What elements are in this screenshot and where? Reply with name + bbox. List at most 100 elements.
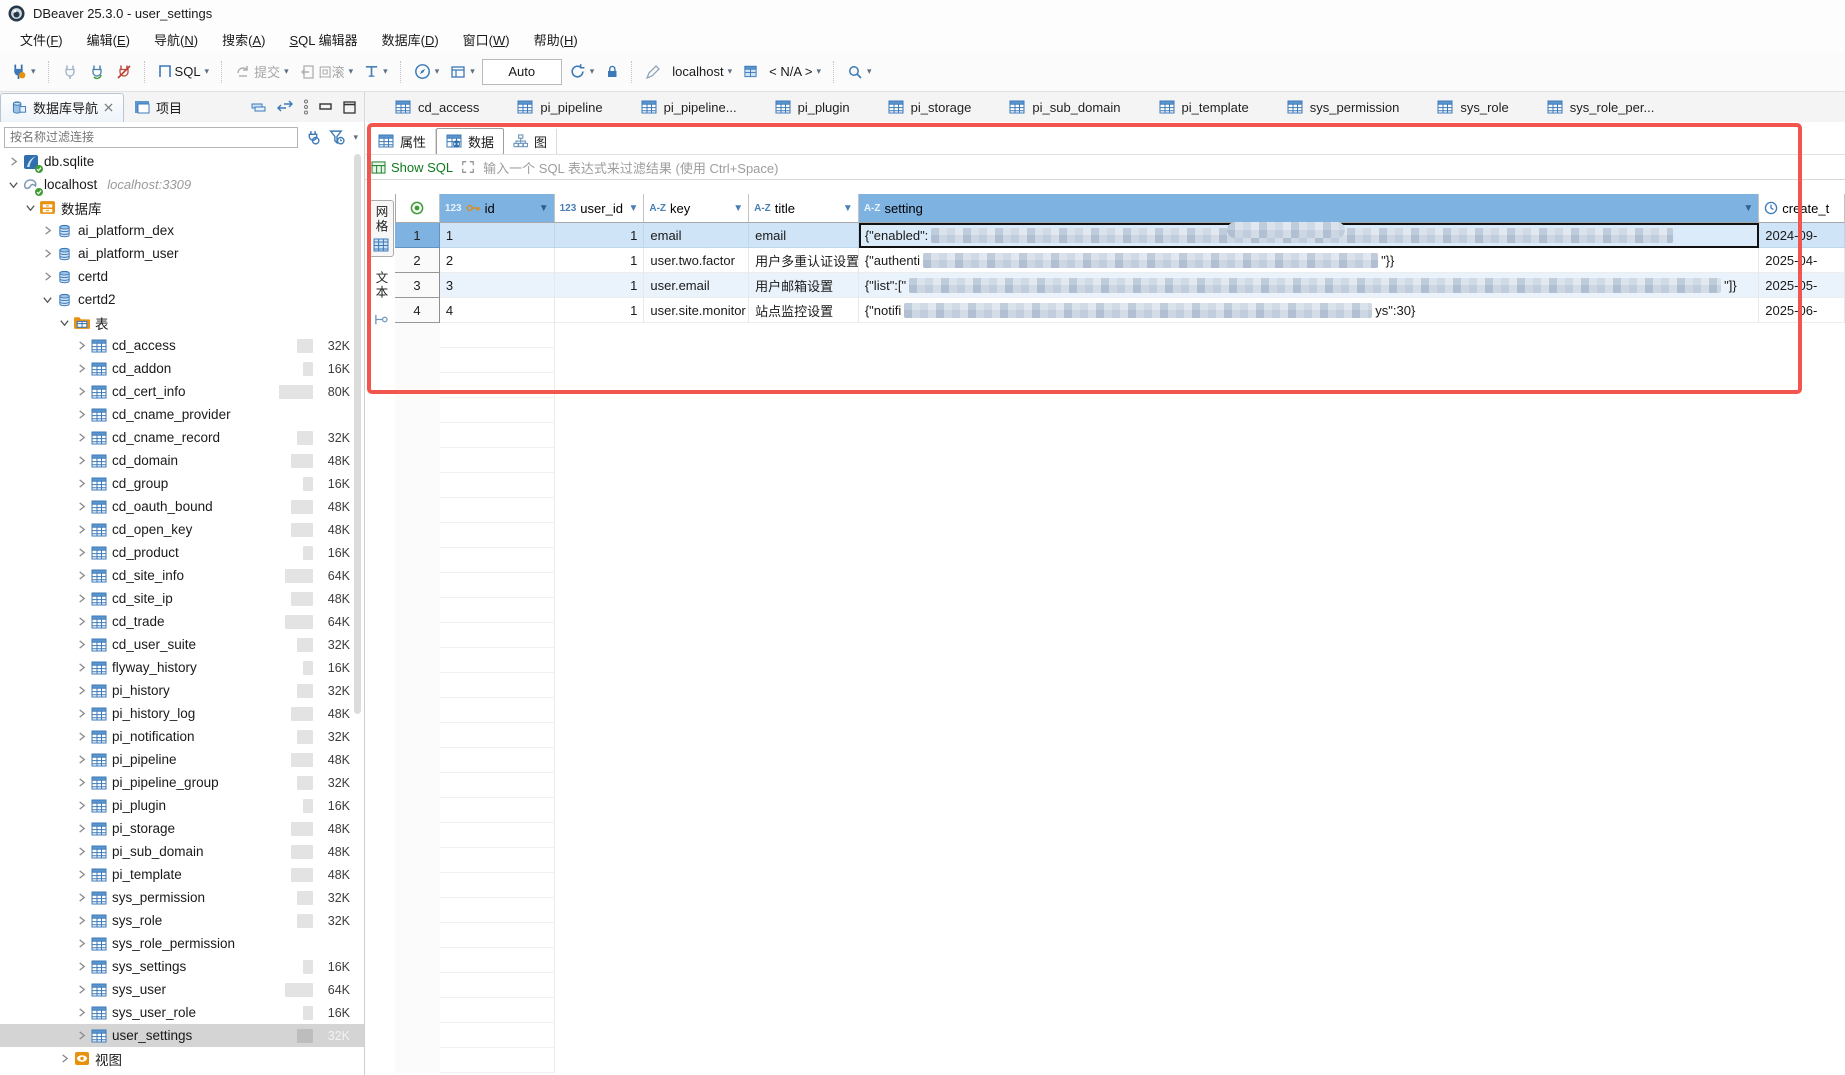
empty-row-number[interactable]	[395, 1023, 440, 1048]
row-number[interactable]: 1	[395, 223, 440, 248]
commit-mode-select[interactable]: Auto	[482, 59, 562, 85]
column-filter-dropdown-icon[interactable]: ▼	[1743, 203, 1753, 214]
tree-item-db.sqlite[interactable]: db.sqlite	[0, 150, 364, 173]
tree-item-cd_addon[interactable]: cd_addon16K	[0, 357, 364, 380]
chevron-right-icon[interactable]	[74, 961, 89, 972]
empty-id-cell[interactable]	[440, 748, 555, 773]
empty-row-number[interactable]	[395, 673, 440, 698]
empty-id-cell[interactable]	[440, 448, 555, 473]
empty-id-cell[interactable]	[440, 798, 555, 823]
chevron-right-icon[interactable]	[74, 501, 89, 512]
tree-scrollbar[interactable]	[354, 154, 361, 714]
chevron-right-icon[interactable]	[74, 432, 89, 443]
empty-row-number[interactable]	[395, 798, 440, 823]
empty-row-number[interactable]	[395, 323, 440, 348]
tree-item-cd_domain[interactable]: cd_domain48K	[0, 449, 364, 472]
tree-item-cd_open_key[interactable]: cd_open_key48K	[0, 518, 364, 541]
chevron-right-icon[interactable]	[74, 708, 89, 719]
cell-id[interactable]: 4	[440, 298, 555, 323]
tree-item-cd_cname_provider[interactable]: cd_cname_provider	[0, 403, 364, 426]
cell-create-time[interactable]: 2025-06-	[1759, 298, 1845, 323]
cell-user-id[interactable]: 1	[555, 273, 645, 298]
empty-id-cell[interactable]	[440, 573, 555, 598]
chevron-right-icon[interactable]	[74, 662, 89, 673]
chevron-right-icon[interactable]	[74, 892, 89, 903]
chevron-right-icon[interactable]	[6, 156, 21, 167]
chevron-right-icon[interactable]	[74, 1030, 89, 1041]
editor-tab-pi_sub_domain[interactable]: pi_sub_domain	[997, 93, 1146, 122]
lock-icon[interactable]	[601, 61, 623, 82]
empty-id-cell[interactable]	[440, 973, 555, 998]
chevron-right-icon[interactable]	[74, 754, 89, 765]
tree-item-数据库[interactable]: 数据库	[0, 196, 364, 219]
menu-item[interactable]: 编辑(E)	[77, 27, 140, 52]
empty-row-number[interactable]	[395, 723, 440, 748]
cell-setting[interactable]: {"list":[""]}	[859, 273, 1759, 298]
refresh-button[interactable]: ▾	[565, 60, 599, 83]
empty-row-number[interactable]	[395, 523, 440, 548]
empty-id-cell[interactable]	[440, 548, 555, 573]
column-header-title[interactable]: A-Ztitle▼	[749, 194, 859, 223]
chevron-right-icon[interactable]	[74, 869, 89, 880]
new-connection-button[interactable]: ▾	[6, 60, 40, 83]
empty-id-cell[interactable]	[440, 398, 555, 423]
tree-item-cd_cname_record[interactable]: cd_cname_record32K	[0, 426, 364, 449]
cell-title[interactable]: email	[749, 223, 859, 248]
result-tab-图[interactable]: 图	[504, 129, 557, 154]
tree-item-cd_site_ip[interactable]: cd_site_ip48K	[0, 587, 364, 610]
filter-dropdown-icon[interactable]: ▾	[353, 132, 358, 143]
column-filter-dropdown-icon[interactable]: ▼	[628, 203, 638, 214]
tree-item-sys_user_role[interactable]: sys_user_role16K	[0, 1001, 364, 1024]
column-header-key[interactable]: A-Zkey▼	[644, 194, 749, 223]
row-number[interactable]: 2	[395, 248, 440, 273]
empty-id-cell[interactable]	[440, 998, 555, 1023]
empty-id-cell[interactable]	[440, 323, 555, 348]
transaction-mode-button[interactable]: ▾	[360, 61, 392, 82]
chevron-down-icon[interactable]	[6, 179, 21, 190]
tree-item-pi_pipeline_group[interactable]: pi_pipeline_group32K	[0, 771, 364, 794]
view-menu-icon[interactable]	[303, 99, 309, 115]
tree-item-sys_role[interactable]: sys_role32K	[0, 909, 364, 932]
edit-connection-icon[interactable]	[641, 61, 665, 83]
chevron-right-icon[interactable]	[74, 547, 89, 558]
empty-row-number[interactable]	[395, 948, 440, 973]
cell-user-id[interactable]: 1	[555, 298, 645, 323]
chevron-right-icon[interactable]	[74, 616, 89, 627]
menu-item[interactable]: SQL 编辑器	[279, 27, 367, 52]
chevron-down-icon[interactable]	[57, 317, 72, 328]
chevron-right-icon[interactable]	[74, 1007, 89, 1018]
tree-item-pi_template[interactable]: pi_template48K	[0, 863, 364, 886]
cell-user-id[interactable]: 1	[555, 223, 645, 248]
tree-item-cd_access[interactable]: cd_access32K	[0, 334, 364, 357]
result-filter-input[interactable]: 输入一个 SQL 表达式来过滤结果 (使用 Ctrl+Space)	[483, 158, 778, 177]
chevron-right-icon[interactable]	[74, 455, 89, 466]
menu-item[interactable]: 文件(F)	[10, 27, 73, 52]
chevron-right-icon[interactable]	[74, 593, 89, 604]
chevron-right-icon[interactable]	[74, 685, 89, 696]
disconnect-button[interactable]	[112, 61, 136, 83]
result-tab-数据[interactable]: 数据	[436, 128, 504, 155]
column-filter-dropdown-icon[interactable]: ▼	[843, 203, 853, 214]
empty-row-number[interactable]	[395, 348, 440, 373]
cell-create-time[interactable]: 2024-09-	[1759, 223, 1845, 248]
tree-item-ai_platform_dex[interactable]: ai_platform_dex	[0, 219, 364, 242]
chevron-right-icon[interactable]	[40, 225, 55, 236]
empty-id-cell[interactable]	[440, 523, 555, 548]
chevron-right-icon[interactable]	[74, 800, 89, 811]
connection-filter-input[interactable]	[4, 127, 298, 148]
column-header-setting[interactable]: A-Zsetting▼	[859, 194, 1759, 223]
empty-row-number[interactable]	[395, 848, 440, 873]
editor-tab-sys_role_per[interactable]: sys_role_per...	[1535, 93, 1681, 122]
empty-row-number[interactable]	[395, 648, 440, 673]
empty-id-cell[interactable]	[440, 1048, 555, 1073]
cell-key[interactable]: user.two.factor	[644, 248, 749, 273]
editor-tab-sys_role[interactable]: sys_role	[1425, 93, 1534, 122]
empty-id-cell[interactable]	[440, 923, 555, 948]
empty-row-number[interactable]	[395, 973, 440, 998]
empty-row-number[interactable]	[395, 473, 440, 498]
chevron-right-icon[interactable]	[74, 823, 89, 834]
empty-row-number[interactable]	[395, 873, 440, 898]
empty-row-number[interactable]	[395, 548, 440, 573]
chevron-right-icon[interactable]	[74, 524, 89, 535]
empty-id-cell[interactable]	[440, 948, 555, 973]
